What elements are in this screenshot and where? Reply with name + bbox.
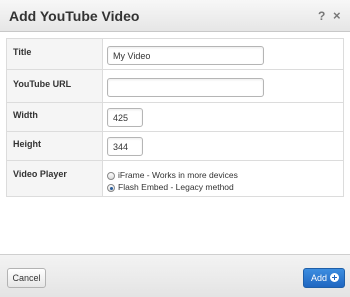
add-youtube-video-dialog: Add YouTube Video ? × Title YouTube URL … xyxy=(0,0,350,297)
youtube-url-label: YouTube URL xyxy=(13,79,72,89)
iframe-option-label[interactable]: iFrame - Works in more devices xyxy=(118,170,238,180)
close-icon[interactable]: × xyxy=(333,8,341,23)
plus-circle-icon xyxy=(330,273,339,282)
flash-embed-radio[interactable] xyxy=(107,184,115,192)
iframe-radio[interactable] xyxy=(107,172,115,180)
flash-embed-option-label[interactable]: Flash Embed - Legacy method xyxy=(118,182,234,192)
width-label: Width xyxy=(13,110,38,120)
cancel-button[interactable]: Cancel xyxy=(7,268,46,288)
title-label: Title xyxy=(13,47,32,57)
dialog-header: Add YouTube Video ? × xyxy=(0,0,350,32)
add-button-label: Add xyxy=(311,273,328,283)
form-row-title: Title xyxy=(6,38,344,69)
dialog-footer: Cancel Add xyxy=(0,254,350,297)
form-row-video-player: Video Player iFrame - Works in more devi… xyxy=(6,160,344,197)
form-row-width: Width xyxy=(6,102,344,131)
width-input[interactable] xyxy=(107,108,143,127)
youtube-url-input[interactable] xyxy=(107,78,264,97)
form-row-height: Height xyxy=(6,131,344,160)
add-button[interactable]: Add xyxy=(303,268,345,288)
form-row-youtube-url: YouTube URL xyxy=(6,69,344,102)
dialog-title: Add YouTube Video xyxy=(9,8,140,24)
help-icon[interactable]: ? xyxy=(318,9,325,23)
height-label: Height xyxy=(13,139,41,149)
title-input[interactable] xyxy=(107,46,264,65)
video-player-label: Video Player xyxy=(13,169,67,179)
height-input[interactable] xyxy=(107,137,143,156)
